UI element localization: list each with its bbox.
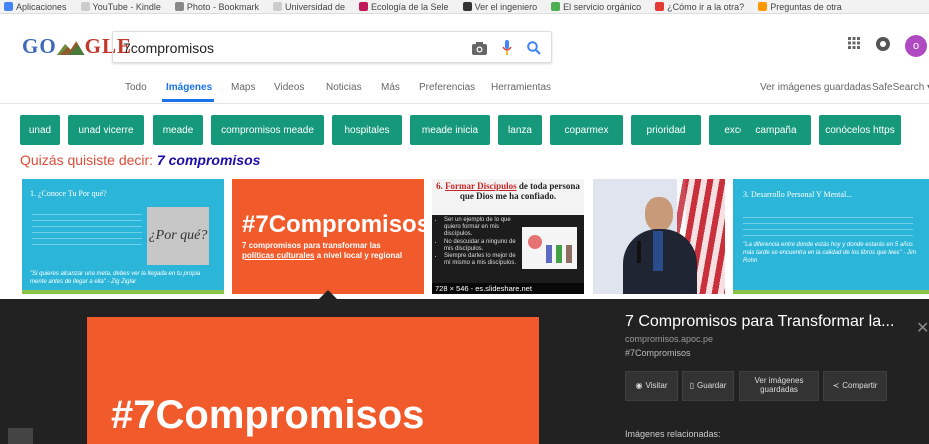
person-tie xyxy=(653,231,663,271)
preview-domain[interactable]: compromisos.apoc.pe xyxy=(625,334,894,344)
tab-more[interactable]: Más xyxy=(381,82,400,93)
tab-videos[interactable]: Videos xyxy=(274,82,304,93)
preview-title[interactable]: 7 Compromisos para Transformar la... xyxy=(625,313,894,331)
scroll-handle[interactable] xyxy=(8,428,33,444)
image-caption: 728 × 546 - es.slideshare.net xyxy=(432,283,584,294)
chip[interactable]: conócelos https xyxy=(819,115,901,145)
chip[interactable]: hospitales xyxy=(332,115,402,145)
chip[interactable]: meade inicia xyxy=(410,115,490,145)
text-lines xyxy=(743,212,913,238)
image-result[interactable]: 6. Formar Discípulos de toda persona que… xyxy=(432,179,584,294)
tab-news[interactable]: Noticias xyxy=(326,82,362,93)
chip[interactable]: campaña xyxy=(741,115,811,145)
bookmark-item[interactable]: El servicio orgánico xyxy=(551,2,641,12)
bookmark-item[interactable]: Photo - Bookmark xyxy=(174,2,259,12)
close-icon[interactable]: ✕ xyxy=(916,318,929,338)
camera-icon[interactable] xyxy=(470,39,488,57)
account-avatar[interactable]: o xyxy=(905,35,927,57)
bullet-list: Ser un ejemplo de lo que quiero formar e… xyxy=(444,217,516,267)
chip[interactable]: meade xyxy=(153,115,203,145)
globe-icon: ◉ xyxy=(635,380,643,390)
page-icon xyxy=(272,2,282,11)
bookmark-item[interactable]: Ecología de la Sele xyxy=(359,2,449,12)
photo-icon xyxy=(174,2,184,11)
view-saved-button[interactable]: Ver imágenes guardadas xyxy=(739,371,819,401)
tab-preferences[interactable]: Preferencias xyxy=(419,82,475,93)
notifications-icon[interactable] xyxy=(876,37,890,56)
search-input[interactable]: 7compromisos xyxy=(112,31,552,63)
saved-images-link[interactable]: Ver imágenes guardadas xyxy=(760,82,871,93)
image-result[interactable]: 3. Desarrollo Personal Y Mental... "La d… xyxy=(733,179,929,294)
apps-icon xyxy=(4,2,13,11)
bookmark-item[interactable]: Preguntas de otra xyxy=(758,2,842,12)
bookmark-apps[interactable]: Aplicaciones xyxy=(4,2,67,12)
text-lines xyxy=(32,209,142,249)
panel-caret xyxy=(318,290,338,300)
person-head xyxy=(645,197,673,231)
tab-maps[interactable]: Maps xyxy=(231,82,255,93)
page-icon xyxy=(80,2,90,11)
sign-image: ¿Por qué? xyxy=(147,207,209,265)
chip[interactable]: unad vicerre xyxy=(68,115,144,145)
tab-images[interactable]: Imágenes xyxy=(166,82,212,93)
accent-bar xyxy=(22,290,224,294)
book-icon xyxy=(359,2,368,11)
safesearch-dropdown[interactable]: SafeSearch ▾ xyxy=(872,82,929,93)
site-icon xyxy=(655,2,665,11)
search-tabs: Todo Imágenes Maps Videos Noticias Más P… xyxy=(0,80,929,102)
chip[interactable]: coparmex xyxy=(550,115,623,145)
site-icon xyxy=(758,2,768,11)
chip[interactable]: prioridad xyxy=(631,115,701,145)
illustration-image xyxy=(522,227,577,269)
bookmarks-bar: Aplicaciones YouTube - Kindle Photo - Bo… xyxy=(0,0,929,14)
share-button[interactable]: ≺ Compartir xyxy=(823,371,887,401)
divider xyxy=(0,103,929,104)
related-images-label: Imágenes relacionadas: xyxy=(625,429,721,439)
chip[interactable]: lanza xyxy=(498,115,542,145)
bookmark-item[interactable]: YouTube - Kindle xyxy=(80,2,161,12)
accent-bar xyxy=(733,290,929,294)
image-result-selected[interactable]: #7Compromisos 7 compromisos para transfo… xyxy=(232,179,424,294)
visit-button[interactable]: ◉ Visitar xyxy=(625,371,678,401)
microphone-image xyxy=(637,241,641,263)
did-you-mean: Quizás quisiste decir: 7 compromisos xyxy=(20,152,261,168)
bookmark-item[interactable]: ¿Cómo ir a la otra? xyxy=(655,2,744,12)
image-result[interactable] xyxy=(593,179,725,294)
chip[interactable]: unad xyxy=(20,115,60,145)
microphone-icon[interactable] xyxy=(498,39,516,57)
active-tab-indicator xyxy=(162,99,214,102)
suggestion-link[interactable]: 7 compromisos xyxy=(157,152,260,168)
save-button[interactable]: ▯ Guardar xyxy=(682,371,734,401)
chip[interactable]: compromisos meade xyxy=(211,115,324,145)
apps-grid-icon[interactable] xyxy=(848,36,860,54)
image-result[interactable]: 1. ¿Conoce Tu Por qué? ¿Por qué? "Si qui… xyxy=(22,179,224,294)
share-icon: ≺ xyxy=(832,380,840,390)
preview-info: 7 Compromisos para Transformar la... com… xyxy=(625,313,894,358)
tab-all[interactable]: Todo xyxy=(125,82,147,93)
search-query[interactable]: 7compromisos xyxy=(123,40,214,56)
search-icon[interactable] xyxy=(525,39,543,57)
site-icon xyxy=(551,2,561,11)
bookmark-item[interactable]: Ver el ingeniero xyxy=(462,2,537,12)
tab-tools[interactable]: Herramientas xyxy=(491,82,551,93)
bookmark-item[interactable]: Universidad de xyxy=(272,2,345,12)
preview-tag: #7Compromisos xyxy=(625,348,691,358)
preview-image[interactable]: #7Compromisos xyxy=(87,317,539,444)
site-icon xyxy=(462,2,472,11)
bookmark-icon: ▯ xyxy=(689,380,695,390)
mountain-doodle-icon xyxy=(56,41,85,56)
